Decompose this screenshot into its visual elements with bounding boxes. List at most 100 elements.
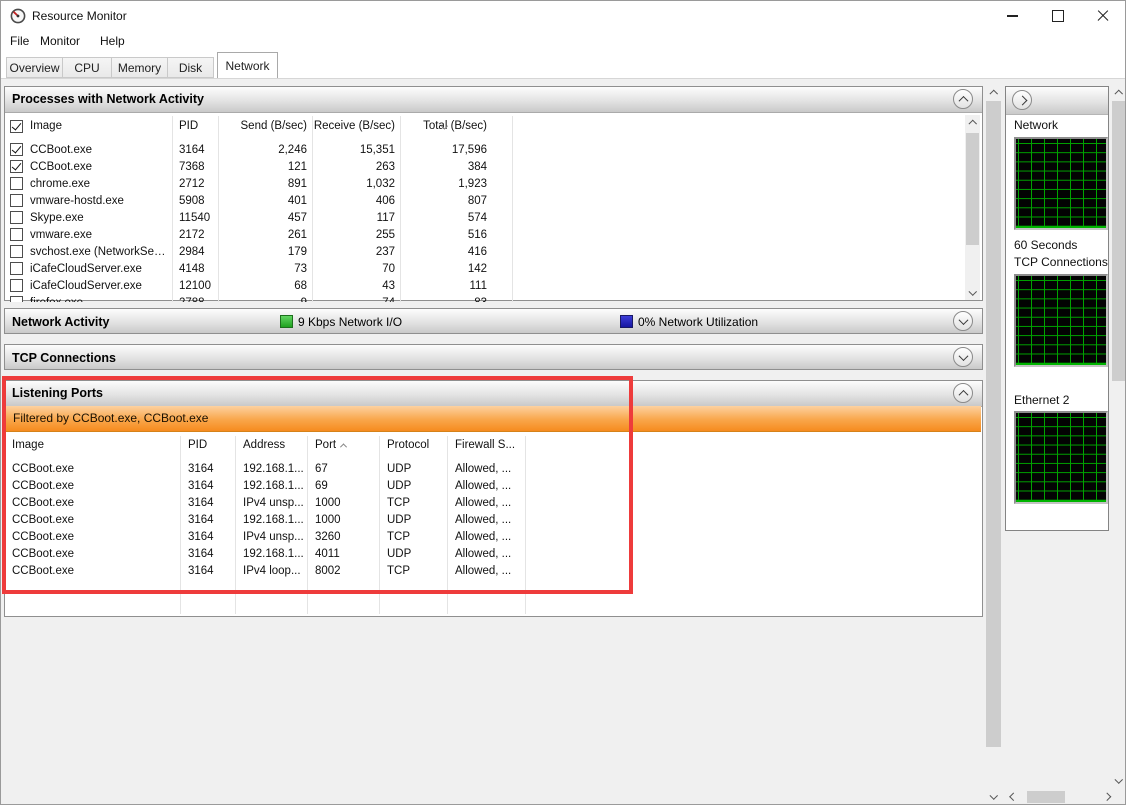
port-protocol: UDP — [379, 480, 447, 492]
process-checkbox[interactable] — [10, 279, 23, 292]
listening-port-row[interactable]: CCBoot.exe3164IPv4 unsp...3260TCPAllowed… — [12, 528, 981, 545]
process-pid: 4148 — [172, 263, 218, 275]
network-utilization-legend-icon — [620, 315, 633, 328]
process-receive: 263 — [312, 161, 400, 173]
process-checkbox[interactable] — [10, 228, 23, 241]
listening-port-row[interactable]: CCBoot.exe3164IPv4 loop...8002TCPAllowed… — [12, 562, 981, 579]
listening-port-row[interactable]: CCBoot.exe3164192.168.1...1000UDPAllowed… — [12, 511, 981, 528]
chevron-up-icon — [958, 95, 968, 105]
process-checkbox[interactable] — [10, 194, 23, 207]
process-checkbox[interactable] — [10, 143, 23, 156]
main-vertical-scrollbar[interactable] — [985, 85, 1002, 804]
network-io-label: 9 Kbps Network I/O — [298, 315, 402, 329]
port-image: CCBoot.exe — [12, 463, 180, 475]
header-send[interactable]: Send (B/sec) — [218, 120, 312, 132]
port-image: CCBoot.exe — [12, 480, 180, 492]
processes-scrollbar[interactable] — [965, 115, 980, 300]
collapse-graphs-button[interactable] — [1012, 90, 1032, 110]
process-checkbox[interactable] — [10, 245, 23, 258]
select-all-checkbox[interactable] — [10, 120, 23, 133]
process-row[interactable]: iCafeCloudServer.exe121006843111 — [10, 277, 962, 294]
sidebar-vertical-scrollbar[interactable] — [1111, 85, 1126, 788]
header-pid[interactable]: PID — [180, 439, 235, 451]
process-pid: 11540 — [172, 212, 218, 224]
port-protocol: UDP — [379, 548, 447, 560]
process-total: 1,923 — [400, 178, 512, 190]
process-pid: 12100 — [172, 280, 218, 292]
close-button[interactable] — [1080, 1, 1125, 31]
process-total: 83 — [400, 297, 512, 303]
scroll-up-icon[interactable] — [1111, 85, 1126, 100]
sidebar-horizontal-scrollbar[interactable] — [1007, 790, 1113, 804]
expand-network-activity-button[interactable] — [953, 311, 973, 331]
scrollbar-thumb[interactable] — [966, 133, 979, 245]
scroll-down-icon[interactable] — [965, 285, 980, 300]
port-firewall-status: Allowed, ... — [447, 497, 525, 509]
scroll-left-icon[interactable] — [1007, 790, 1020, 804]
port-image: CCBoot.exe — [12, 514, 180, 526]
scroll-down-icon[interactable] — [1111, 773, 1126, 788]
tab-network[interactable]: Network — [217, 52, 278, 78]
process-row[interactable]: firefox.exe278897483 — [10, 294, 962, 302]
network-activity-title: Network Activity — [12, 315, 109, 329]
listening-port-row[interactable]: CCBoot.exe3164192.168.1...67UDPAllowed, … — [12, 460, 981, 477]
scroll-up-icon[interactable] — [985, 85, 1002, 100]
tab-memory[interactable]: Memory — [111, 57, 168, 78]
titlebar: Resource Monitor — [1, 1, 1125, 31]
header-receive[interactable]: Receive (B/sec) — [312, 120, 400, 132]
scrollbar-thumb[interactable] — [1027, 791, 1065, 803]
collapse-listening-ports-button[interactable] — [953, 383, 973, 403]
process-row[interactable]: Skype.exe11540457117574 — [10, 209, 962, 226]
header-image[interactable]: Image — [10, 120, 172, 133]
process-row[interactable]: vmware.exe2172261255516 — [10, 226, 962, 243]
process-row[interactable]: CCBoot.exe31642,24615,35117,596 — [10, 141, 962, 158]
process-row[interactable]: svchost.exe (NetworkService...2984179237… — [10, 243, 962, 260]
header-total[interactable]: Total (B/sec) — [400, 120, 512, 132]
header-pid[interactable]: PID — [172, 120, 218, 132]
scroll-up-icon[interactable] — [965, 115, 980, 130]
process-row[interactable]: vmware-hostd.exe5908401406807 — [10, 192, 962, 209]
tcp-connections-bar: TCP Connections — [4, 344, 983, 370]
process-checkbox[interactable] — [10, 262, 23, 275]
tab-overview[interactable]: Overview — [6, 57, 63, 78]
tab-disk[interactable]: Disk — [167, 57, 214, 78]
process-row[interactable]: iCafeCloudServer.exe41487370142 — [10, 260, 962, 277]
port-protocol: TCP — [379, 565, 447, 577]
menu-monitor[interactable]: Monitor — [40, 34, 80, 48]
process-send: 121 — [218, 161, 312, 173]
process-checkbox[interactable] — [10, 160, 23, 173]
process-row[interactable]: chrome.exe27128911,0321,923 — [10, 175, 962, 192]
header-address[interactable]: Address — [235, 439, 307, 451]
menu-file[interactable]: File — [10, 34, 29, 48]
listening-ports-panel: Listening Ports Filtered by CCBoot.exe, … — [4, 380, 983, 617]
tab-cpu[interactable]: CPU — [62, 57, 112, 78]
header-firewall[interactable]: Firewall S... — [447, 439, 525, 451]
listening-port-row[interactable]: CCBoot.exe3164192.168.1...4011UDPAllowed… — [12, 545, 981, 562]
listening-port-row[interactable]: CCBoot.exe3164192.168.1...69UDPAllowed, … — [12, 477, 981, 494]
process-total: 516 — [400, 229, 512, 241]
listening-port-row[interactable]: CCBoot.exe3164IPv4 unsp...1000TCPAllowed… — [12, 494, 981, 511]
maximize-button[interactable] — [1035, 1, 1080, 31]
process-row[interactable]: CCBoot.exe7368121263384 — [10, 158, 962, 175]
processes-panel: Processes with Network Activity Image PI… — [4, 86, 983, 301]
scrollbar-thumb[interactable] — [1112, 101, 1126, 381]
scrollbar-thumb[interactable] — [986, 101, 1001, 747]
header-protocol[interactable]: Protocol — [379, 439, 447, 451]
collapse-processes-button[interactable] — [953, 89, 973, 109]
menu-help[interactable]: Help — [100, 34, 125, 48]
process-send: 261 — [218, 229, 312, 241]
process-checkbox[interactable] — [10, 177, 23, 190]
scroll-down-icon[interactable] — [985, 789, 1002, 804]
scroll-right-icon[interactable] — [1100, 790, 1113, 804]
resource-monitor-icon — [10, 8, 26, 24]
process-pid: 3164 — [172, 144, 218, 156]
process-receive: 237 — [312, 246, 400, 258]
process-receive: 117 — [312, 212, 400, 224]
process-send: 68 — [218, 280, 312, 292]
process-checkbox[interactable] — [10, 211, 23, 224]
minimize-button[interactable] — [990, 1, 1035, 31]
header-image[interactable]: Image — [12, 439, 180, 451]
network-activity-bar: Network Activity 9 Kbps Network I/O 0% N… — [4, 308, 983, 334]
process-checkbox[interactable] — [10, 296, 23, 302]
expand-tcp-connections-button[interactable] — [953, 347, 973, 367]
